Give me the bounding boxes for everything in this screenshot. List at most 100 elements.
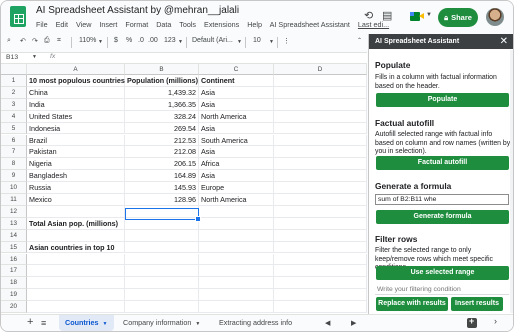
menu-help[interactable]: Help (247, 20, 262, 29)
generate-formula-button[interactable]: Generate formula (376, 210, 509, 224)
menu-tools[interactable]: Tools (179, 20, 196, 29)
cell-c8[interactable]: Africa (199, 158, 274, 171)
cell-d3[interactable] (274, 98, 367, 111)
use-selected-range-button[interactable]: Use selected range (376, 266, 509, 280)
font-size-select[interactable]: 10 (253, 37, 261, 44)
scroll-tabs-right-icon[interactable]: ▶ (351, 319, 356, 327)
cell-d5[interactable] (274, 122, 367, 135)
cell-c9[interactable]: Asia (199, 170, 274, 183)
cell-d16[interactable] (274, 253, 367, 266)
cell-d9[interactable] (274, 170, 367, 183)
menu-extensions[interactable]: Extensions (204, 20, 239, 29)
cell-a4[interactable]: United States (27, 110, 125, 123)
row-header[interactable]: 10 (1, 182, 27, 194)
cell-d20[interactable] (274, 301, 367, 313)
cell-b2[interactable]: 1,439.32 (125, 86, 199, 99)
cell-b11[interactable]: 128.96 (125, 194, 199, 206)
cell-a10[interactable]: Russia (27, 182, 125, 194)
cell-c13[interactable] (199, 217, 274, 230)
cell-c20[interactable] (199, 301, 274, 313)
cell-b10[interactable]: 145.93 (125, 182, 199, 194)
cell-c15[interactable] (199, 241, 274, 254)
cell-c3[interactable]: Asia (199, 98, 274, 111)
cell-c4[interactable]: North America (199, 110, 274, 123)
add-sheet-icon[interactable]: + (27, 316, 33, 328)
close-icon[interactable]: ✕ (500, 34, 508, 49)
cell-c2[interactable]: Asia (199, 86, 274, 99)
cell-d8[interactable] (274, 158, 367, 171)
row-header[interactable]: 19 (1, 289, 27, 302)
cell-c18[interactable] (199, 277, 274, 290)
meet-icon[interactable] (410, 10, 425, 22)
cell-c12[interactable] (199, 205, 274, 218)
selected-cell-b13[interactable] (125, 208, 201, 222)
row-header[interactable]: 2 (1, 86, 27, 99)
cell-b16[interactable] (125, 253, 199, 266)
collapse-toolbar-icon[interactable]: ⌃ (357, 37, 362, 44)
collapse-side-panel-icon[interactable]: › (494, 316, 497, 326)
cell-a12[interactable] (27, 205, 125, 218)
row-header[interactable]: 6 (1, 134, 27, 147)
cell-a15[interactable]: Asian countries in top 10 (27, 241, 125, 254)
cell-c1[interactable]: Continent (199, 75, 274, 87)
menu-view[interactable]: View (76, 20, 91, 29)
menu-insert[interactable]: Insert (99, 20, 117, 29)
cell-a1[interactable]: 10 most populous countries (27, 75, 125, 87)
cell-c7[interactable]: Asia (199, 146, 274, 159)
cell-b1[interactable]: Population (millions) (125, 75, 199, 87)
cell-b9[interactable]: 164.89 (125, 170, 199, 183)
cell-a14[interactable] (27, 229, 125, 242)
row-header[interactable]: 12 (1, 205, 27, 218)
name-box-caret-icon[interactable]: ▼ (32, 54, 37, 60)
row-header[interactable]: 5 (1, 122, 27, 135)
history-icon[interactable]: ⟲ (364, 9, 373, 22)
row-header[interactable]: 14 (1, 229, 27, 242)
document-title[interactable]: AI Spreadsheet Assistant by @mehran__jal… (36, 5, 239, 16)
column-header-b[interactable]: B (125, 64, 199, 75)
zoom-select[interactable]: 110% (79, 37, 96, 44)
cell-a7[interactable]: Pakistan (27, 146, 125, 159)
cell-b5[interactable]: 269.54 (125, 122, 199, 135)
cell-d1[interactable] (274, 75, 367, 87)
cell-d7[interactable] (274, 146, 367, 159)
cell-d13[interactable] (274, 217, 367, 230)
chevron-down-icon[interactable]: ▼ (195, 321, 200, 327)
sheets-logo-icon[interactable] (10, 6, 26, 27)
cell-c11[interactable]: North America (199, 194, 274, 206)
cell-a8[interactable]: Nigeria (27, 158, 125, 171)
cell-d4[interactable] (274, 110, 367, 123)
cell-d6[interactable] (274, 134, 367, 147)
tab-countries[interactable]: Countries ▼ (59, 315, 114, 331)
cell-a18[interactable] (27, 277, 125, 290)
cell-c14[interactable] (199, 229, 274, 242)
column-header-c[interactable]: C (199, 64, 274, 75)
cell-d11[interactable] (274, 194, 367, 206)
cell-c6[interactable]: South America (199, 134, 274, 147)
select-all-corner[interactable] (1, 64, 27, 75)
populate-button[interactable]: Populate (376, 93, 509, 107)
cell-a13[interactable]: Total Asian pop. (millions) (27, 217, 125, 230)
menu-edit[interactable]: Edit (56, 20, 68, 29)
font-size-caret-icon[interactable]: ▼ (269, 39, 274, 45)
cell-c17[interactable] (199, 265, 274, 278)
cell-a20[interactable] (27, 301, 125, 313)
more-formats-caret-icon[interactable]: ▼ (178, 39, 183, 45)
cell-d18[interactable] (274, 277, 367, 290)
cell-d12[interactable] (274, 205, 367, 218)
cell-b20[interactable] (125, 301, 199, 313)
currency-format-button[interactable]: $ (114, 37, 118, 44)
cell-a17[interactable] (27, 265, 125, 278)
cell-a9[interactable]: Bangladesh (27, 170, 125, 183)
row-header[interactable]: 13 (1, 217, 27, 230)
cell-a11[interactable]: Mexico (27, 194, 125, 206)
row-header[interactable]: 7 (1, 146, 27, 159)
cell-d17[interactable] (274, 265, 367, 278)
search-menus-icon[interactable]: ⌕ (7, 37, 11, 45)
paint-format-icon[interactable]: ⌗ (57, 37, 61, 45)
menu-format[interactable]: Format (125, 20, 148, 29)
cell-c5[interactable]: Asia (199, 122, 274, 135)
row-header[interactable]: 18 (1, 277, 27, 290)
undo-icon[interactable]: ↶ (20, 37, 26, 45)
column-header-a[interactable]: A (27, 64, 125, 75)
panel-scrollbar[interactable] (510, 50, 513, 313)
